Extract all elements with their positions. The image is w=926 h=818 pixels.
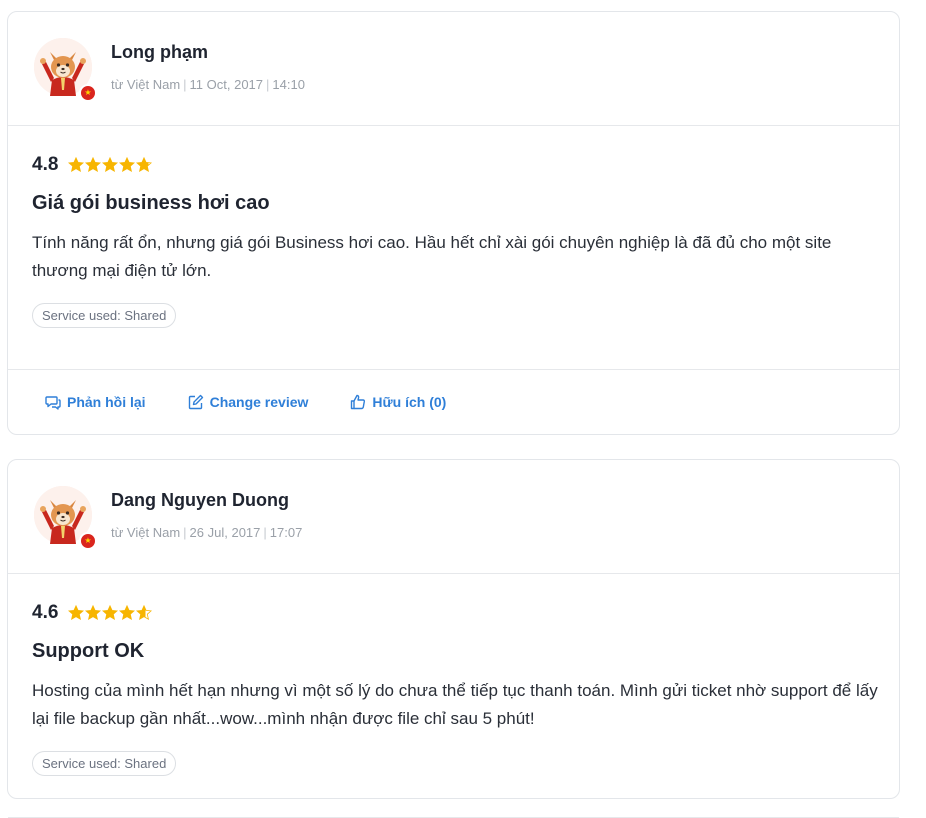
reply-label: Phản hồi lại bbox=[67, 394, 146, 410]
star-icon bbox=[119, 157, 136, 173]
review-title: Support OK bbox=[32, 640, 145, 662]
review-body: 4.6 Support OK Hosting của mình hết hạn … bbox=[8, 574, 899, 818]
review-body: 4.8 Giá gói business hơi cao Tính năng r… bbox=[8, 126, 899, 370]
rating-value: 4.6 bbox=[32, 602, 59, 623]
meta-separator: | bbox=[263, 525, 267, 540]
star-rating bbox=[68, 605, 153, 621]
rating-value: 4.8 bbox=[32, 154, 59, 175]
thumbs-up-icon bbox=[351, 394, 366, 410]
review-date: 11 Oct, 2017 bbox=[189, 77, 264, 92]
reviewer-country: từ Việt Nam bbox=[111, 77, 181, 92]
star-icon bbox=[102, 605, 119, 621]
change-review-button[interactable]: Change review bbox=[188, 394, 309, 410]
review-card: ★ Long phạm từ Việt Nam | 11 Oct, 2017 | 14:… bbox=[7, 11, 900, 435]
reviewer-name: Long phạm bbox=[111, 42, 208, 62]
reviewer-name: Dang Nguyen Duong bbox=[111, 490, 289, 510]
reviewer-meta: từ Việt Nam | 11 Oct, 2017 | 14:10 bbox=[111, 77, 305, 92]
review-actions: Phản hồi lại Change review Hữu ích (0) bbox=[8, 370, 899, 434]
star-icon bbox=[119, 605, 136, 621]
review-time: 14:10 bbox=[272, 77, 305, 92]
star-icon bbox=[85, 605, 102, 621]
vietnam-flag-icon: ★ bbox=[79, 84, 97, 102]
reply-button[interactable]: Phản hồi lại bbox=[45, 394, 146, 410]
star-icon bbox=[68, 605, 85, 621]
service-used-tag: Service used: Shared bbox=[32, 303, 177, 328]
review-title: Giá gói business hơi cao bbox=[32, 192, 270, 214]
star-icon bbox=[136, 605, 153, 621]
review-header: ★ Dang Nguyen Duong từ Việt Nam | 26 Jul, … bbox=[8, 460, 899, 574]
star-rating bbox=[68, 157, 153, 173]
helpful-label: Hữu ích (0) bbox=[372, 394, 447, 410]
rating-row: 4.8 bbox=[32, 152, 875, 178]
review-text: Tính năng rất ổn, nhưng giá gói Business… bbox=[32, 233, 832, 280]
review-header: ★ Long phạm từ Việt Nam | 11 Oct, 2017 | 14:… bbox=[8, 12, 899, 126]
rating-row: 4.6 bbox=[32, 600, 875, 626]
reply-icon bbox=[45, 396, 61, 410]
reviewer-avatar: ★ bbox=[34, 486, 97, 550]
change-review-label: Change review bbox=[209, 394, 309, 410]
meta-separator: | bbox=[183, 525, 187, 540]
review-date: 26 Jul, 2017 bbox=[189, 525, 261, 540]
reviewer-country: từ Việt Nam bbox=[111, 525, 181, 540]
meta-separator: | bbox=[183, 77, 187, 92]
review-card: ★ Dang Nguyen Duong từ Việt Nam | 26 Jul, … bbox=[7, 459, 900, 818]
star-icon bbox=[68, 157, 85, 173]
helpful-button[interactable]: Hữu ích (0) bbox=[350, 394, 446, 410]
star-icon bbox=[136, 157, 153, 173]
edit-icon bbox=[188, 394, 203, 410]
reviewer-avatar: ★ bbox=[34, 38, 97, 102]
service-used-tag: Service used: Shared bbox=[32, 751, 177, 776]
review-text: Hosting của mình hết hạn nhưng vì một số… bbox=[32, 681, 878, 728]
star-icon bbox=[85, 157, 102, 173]
vietnam-flag-icon: ★ bbox=[79, 532, 97, 550]
reviewer-meta: từ Việt Nam | 26 Jul, 2017 | 17:07 bbox=[111, 525, 302, 540]
review-time: 17:07 bbox=[269, 525, 303, 540]
star-icon bbox=[102, 157, 119, 173]
meta-separator: | bbox=[266, 77, 270, 92]
